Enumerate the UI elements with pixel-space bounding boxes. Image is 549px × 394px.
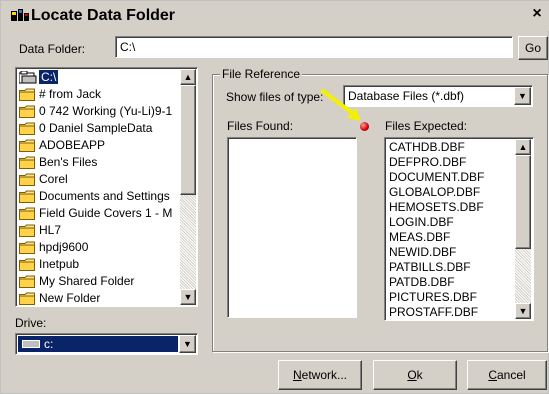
cancel-label: ancel — [496, 368, 526, 382]
folder-tree-item-label: Documents and Settings — [39, 189, 170, 203]
folder-icon — [19, 122, 37, 136]
folder-tree-item-label: 0 742 Working (Yu-Li)9-1 — [39, 104, 173, 118]
folder-tree-item[interactable]: HL7 — [19, 222, 181, 239]
folder-tree-item-label: 0 Daniel SampleData — [39, 121, 153, 135]
folder-icon — [19, 88, 37, 102]
folder-icon — [19, 105, 37, 119]
folder-icon — [19, 173, 37, 187]
folder-tree-item[interactable]: New Folder — [19, 290, 181, 306]
app-icon — [11, 9, 29, 21]
folder-tree-item-label: # from Jack — [39, 87, 102, 101]
ok-button[interactable]: Ok — [373, 360, 457, 390]
files-expected-item[interactable]: CATHDB.DBF — [389, 140, 465, 155]
folder-icon — [19, 241, 37, 255]
folder-icon — [19, 156, 37, 170]
files-expected-item[interactable]: HEMOSETS.DBF — [389, 200, 484, 215]
folder-tree-item-label: Ben's Files — [39, 155, 98, 169]
ok-label: k — [416, 368, 423, 382]
title-bar[interactable]: Locate Data Folder × — [1, 1, 549, 31]
folder-tree-item-label: Field Guide Covers 1 - M — [39, 206, 173, 220]
cancel-accel: C — [488, 368, 497, 382]
folder-tree-item-label: hpdj9600 — [39, 240, 89, 254]
show-files-label: Show files of type: — [226, 90, 324, 104]
files-found-label: Files Found: — [227, 119, 294, 133]
files-expected-list[interactable]: CATHDB.DBF DEFPRO.DBF DOCUMENT.DBF GLOBALOP… — [384, 137, 534, 321]
open-folder-icon — [19, 70, 37, 84]
drive-select[interactable]: c: ▼ — [15, 333, 198, 355]
files-expected-item[interactable]: DEFPRO.DBF — [389, 155, 466, 170]
folder-tree-item[interactable]: hpdj9600 — [19, 239, 181, 256]
network-accel: N — [292, 368, 302, 382]
folder-icon — [19, 190, 37, 204]
files-expected-item[interactable]: NEWID.DBF — [389, 245, 456, 260]
scroll-down-icon[interactable]: ▼ — [180, 289, 196, 305]
folder-tree-item-label: Corel — [39, 172, 68, 186]
folder-tree-item[interactable]: Ben's Files — [19, 154, 181, 171]
folder-icon — [19, 224, 37, 238]
scroll-up-icon[interactable]: ▲ — [515, 139, 531, 155]
folder-tree-item-label: C:\ — [39, 70, 59, 84]
ok-accel: O — [407, 368, 417, 382]
window-title: Locate Data Folder — [31, 7, 176, 24]
drive-label: Drive: — [15, 316, 47, 330]
folder-icon — [19, 258, 37, 272]
files-found-list[interactable] — [227, 137, 357, 318]
arrow-icon — [321, 89, 361, 121]
folder-tree-item-label: ADOBEAPP — [39, 138, 106, 152]
chevron-down-icon[interactable]: ▼ — [514, 87, 531, 105]
folder-icon — [19, 139, 37, 153]
folder-tree-item[interactable]: # from Jack — [19, 86, 181, 103]
folder-tree-scrollbar[interactable]: ▲ ▼ — [180, 69, 196, 305]
folder-tree-item-label: New Folder — [39, 291, 101, 305]
files-expected-item[interactable]: PATBILLS.DBF — [389, 260, 471, 275]
drive-icon — [22, 340, 40, 348]
folder-tree-item[interactable]: ADOBEAPP — [19, 137, 181, 154]
file-reference-title: File Reference — [220, 67, 303, 81]
scroll-thumb[interactable] — [515, 155, 531, 249]
folder-tree-item-label: My Shared Folder — [39, 274, 135, 288]
folder-icon — [19, 275, 37, 289]
folder-icon — [19, 292, 37, 306]
scroll-up-icon[interactable]: ▲ — [180, 69, 196, 85]
files-expected-item[interactable]: LOGIN.DBF — [389, 215, 454, 230]
folder-tree-item[interactable]: C:\ — [19, 69, 181, 86]
scroll-thumb[interactable] — [180, 85, 196, 195]
folder-tree-item[interactable]: 0 Daniel SampleData — [19, 120, 181, 137]
folder-tree-item-label: HL7 — [39, 223, 62, 237]
folder-tree-item[interactable]: 0 742 Working (Yu-Li)9-1 — [19, 103, 181, 120]
folder-tree-item[interactable]: My Shared Folder — [19, 273, 181, 290]
go-button[interactable]: Go — [518, 36, 548, 60]
data-folder-value: C:\ — [120, 40, 136, 54]
files-expected-item[interactable]: GLOBALOP.DBF — [389, 185, 480, 200]
chevron-down-icon[interactable]: ▼ — [179, 335, 196, 353]
close-icon[interactable]: × — [528, 5, 546, 23]
folder-tree-item[interactable]: Corel — [19, 171, 181, 188]
locate-data-folder-dialog: Locate Data Folder × Data Folder: C:\ Go… — [0, 0, 549, 394]
drive-selected: c: — [18, 336, 178, 352]
scroll-down-icon[interactable]: ▼ — [515, 303, 531, 319]
data-folder-label: Data Folder: — [19, 42, 86, 56]
network-button[interactable]: Network... — [278, 360, 362, 390]
files-expected-item[interactable]: DOCUMENT.DBF — [389, 170, 484, 185]
files-expected-item[interactable]: MEAS.DBF — [389, 230, 450, 245]
files-expected-item[interactable]: PROSTAFF.DBF — [389, 305, 478, 320]
folder-tree-item-label: Inetpub — [39, 257, 80, 271]
folder-icon — [19, 207, 37, 221]
folder-tree-item[interactable]: Documents and Settings — [19, 188, 181, 205]
folder-tree-item[interactable]: Inetpub — [19, 256, 181, 273]
data-folder-input[interactable]: C:\ — [115, 36, 513, 58]
folder-tree[interactable]: C:\ # from Jack 0 742 Working (Yu-Li)9-1 0 … — [15, 67, 198, 307]
files-expected-item[interactable]: PATDB.DBF — [389, 275, 455, 290]
cancel-button[interactable]: Cancel — [467, 360, 547, 390]
file-type-select[interactable]: Database Files (*.dbf) ▼ — [343, 85, 533, 107]
files-expected-item[interactable]: PICTURES.DBF — [389, 290, 477, 305]
folder-tree-item[interactable]: Field Guide Covers 1 - M — [19, 205, 181, 222]
files-expected-scrollbar[interactable]: ▲ ▼ — [515, 139, 531, 319]
network-label: etwork... — [301, 368, 348, 382]
drive-value: c: — [44, 337, 54, 351]
files-expected-label: Files Expected: — [385, 119, 468, 133]
